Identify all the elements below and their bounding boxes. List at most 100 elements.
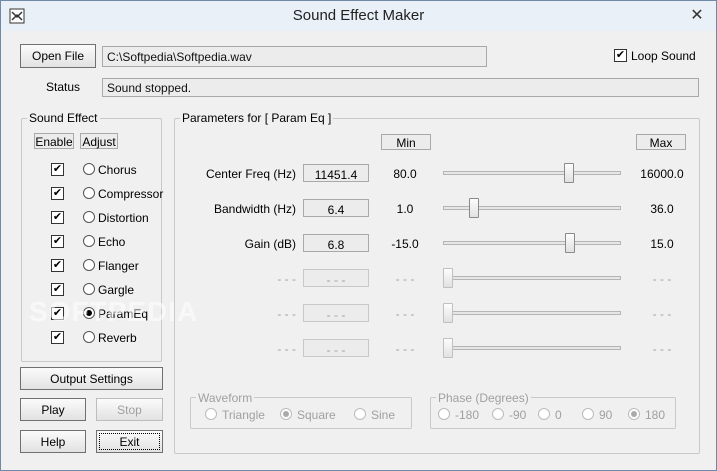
param-max: - - -: [652, 272, 672, 286]
title-bar: Sound Effect Maker ✕: [1, 1, 716, 31]
phase-option-label: -180: [455, 408, 480, 422]
checkmark-icon: ✔: [52, 187, 63, 199]
effect-label: Echo: [98, 235, 126, 249]
effect-enable-checkbox[interactable]: ✔: [51, 163, 64, 176]
param-min: -15.0: [391, 237, 419, 251]
param-min: 1.0: [396, 202, 414, 216]
loop-sound-label: Loop Sound: [631, 49, 696, 63]
output-settings-button[interactable]: Output Settings: [20, 367, 163, 390]
param-value-field: 6.4: [303, 199, 369, 217]
param-label: - - -: [277, 307, 296, 321]
phase-radio[interactable]: [438, 408, 450, 420]
phase-option-label: 0: [555, 408, 562, 422]
min-header: Min: [381, 134, 431, 150]
waveform-radio[interactable]: [280, 408, 292, 420]
param-max: 15.0: [650, 237, 674, 251]
param-slider-thumb[interactable]: [469, 198, 480, 218]
waveform-option-label: Square: [297, 408, 336, 422]
effect-label: Compressor: [98, 187, 164, 201]
effect-enable-checkbox[interactable]: ✔: [51, 187, 64, 200]
exit-button[interactable]: Exit: [96, 430, 163, 453]
param-label: Bandwidth (Hz): [213, 202, 296, 216]
param-min: - - -: [395, 272, 415, 286]
param-value-field: - - -: [303, 339, 369, 357]
effect-adjust-radio[interactable]: [83, 235, 95, 247]
effect-adjust-radio[interactable]: [83, 283, 95, 295]
watermark: SOFTPEDIA: [29, 296, 199, 327]
param-value-field: - - -: [303, 269, 369, 287]
param-max: - - -: [652, 342, 672, 356]
enable-header: Enable: [34, 133, 74, 149]
parameters-group-title: Parameters for [ Param Eq ]: [180, 111, 334, 125]
param-slider-thumb[interactable]: [443, 303, 453, 323]
waveform-option-label: Triangle: [222, 408, 265, 422]
phase-radio[interactable]: [582, 408, 594, 420]
close-button[interactable]: ✕: [686, 5, 708, 27]
checkmark-icon: ✔: [615, 49, 626, 61]
waveform-radio[interactable]: [205, 408, 217, 420]
param-max: - - -: [652, 307, 672, 321]
param-min: - - -: [395, 307, 415, 321]
max-header: Max: [636, 134, 686, 150]
status-label: Status: [46, 80, 81, 94]
sound-effect-group-title: Sound Effect: [27, 111, 100, 125]
loop-sound-checkbox[interactable]: ✔: [614, 49, 627, 62]
file-path-field[interactable]: C:\Softpedia\Softpedia.wav: [102, 46, 487, 67]
param-slider-track[interactable]: [443, 346, 621, 350]
waveform-group-title: Waveform: [196, 391, 255, 405]
status-field: Sound stopped.: [102, 78, 699, 97]
effect-enable-checkbox[interactable]: ✔: [51, 283, 64, 296]
checkmark-icon: ✔: [52, 259, 63, 271]
phase-radio[interactable]: [492, 408, 504, 420]
param-label: - - -: [277, 342, 296, 356]
param-slider-thumb[interactable]: [563, 163, 574, 183]
param-max: 36.0: [650, 202, 674, 216]
effect-adjust-radio[interactable]: [83, 331, 95, 343]
effect-label: Gargle: [98, 283, 135, 297]
effect-adjust-radio[interactable]: [83, 259, 95, 271]
phase-option-label: 180: [645, 408, 666, 422]
help-button[interactable]: Help: [20, 430, 86, 453]
param-slider-track[interactable]: [443, 171, 621, 175]
checkmark-icon: ✔: [52, 283, 63, 295]
phase-radio[interactable]: [538, 408, 550, 420]
param-max: 16000.0: [640, 167, 684, 181]
effect-enable-checkbox[interactable]: ✔: [51, 331, 64, 344]
effect-label: Chorus: [98, 163, 137, 177]
param-slider-track[interactable]: [443, 311, 621, 315]
adjust-header: Adjust: [80, 133, 118, 149]
param-slider-track[interactable]: [443, 241, 621, 245]
play-button[interactable]: Play: [20, 398, 86, 421]
waveform-radio[interactable]: [354, 408, 366, 420]
app-window: Sound Effect Maker ✕ Open File C:\Softpe…: [0, 0, 717, 471]
effect-label: Flanger: [98, 259, 139, 273]
param-slider-thumb[interactable]: [565, 233, 576, 253]
effect-enable-checkbox[interactable]: ✔: [51, 259, 64, 272]
param-label: Gain (dB): [244, 237, 296, 251]
checkmark-icon: ✔: [52, 235, 63, 247]
checkmark-icon: ✔: [52, 331, 63, 343]
param-value-field: 6.8: [303, 234, 369, 252]
param-label: Center Freq (Hz): [205, 167, 296, 181]
checkmark-icon: ✔: [52, 163, 63, 175]
effect-adjust-radio[interactable]: [83, 211, 95, 223]
phase-group-title: Phase (Degrees): [436, 391, 531, 405]
param-slider-track[interactable]: [443, 276, 621, 280]
effect-adjust-radio[interactable]: [83, 187, 95, 199]
effect-enable-checkbox[interactable]: ✔: [51, 235, 64, 248]
param-slider-thumb[interactable]: [443, 268, 453, 288]
open-file-button[interactable]: Open File: [20, 44, 96, 68]
param-label: - - -: [277, 272, 296, 286]
effect-label: Distortion: [98, 211, 149, 225]
phase-radio[interactable]: [628, 408, 640, 420]
phase-option-label: 90: [599, 408, 613, 422]
phase-option-label: -90: [509, 408, 527, 422]
effect-adjust-radio[interactable]: [83, 163, 95, 175]
effect-enable-checkbox[interactable]: ✔: [51, 211, 64, 224]
param-slider-thumb[interactable]: [443, 338, 453, 358]
stop-button[interactable]: Stop: [96, 398, 163, 421]
param-min: 80.0: [393, 167, 417, 181]
checkmark-icon: ✔: [52, 211, 63, 223]
waveform-option-label: Sine: [371, 408, 396, 422]
window-title: Sound Effect Maker: [292, 7, 425, 24]
